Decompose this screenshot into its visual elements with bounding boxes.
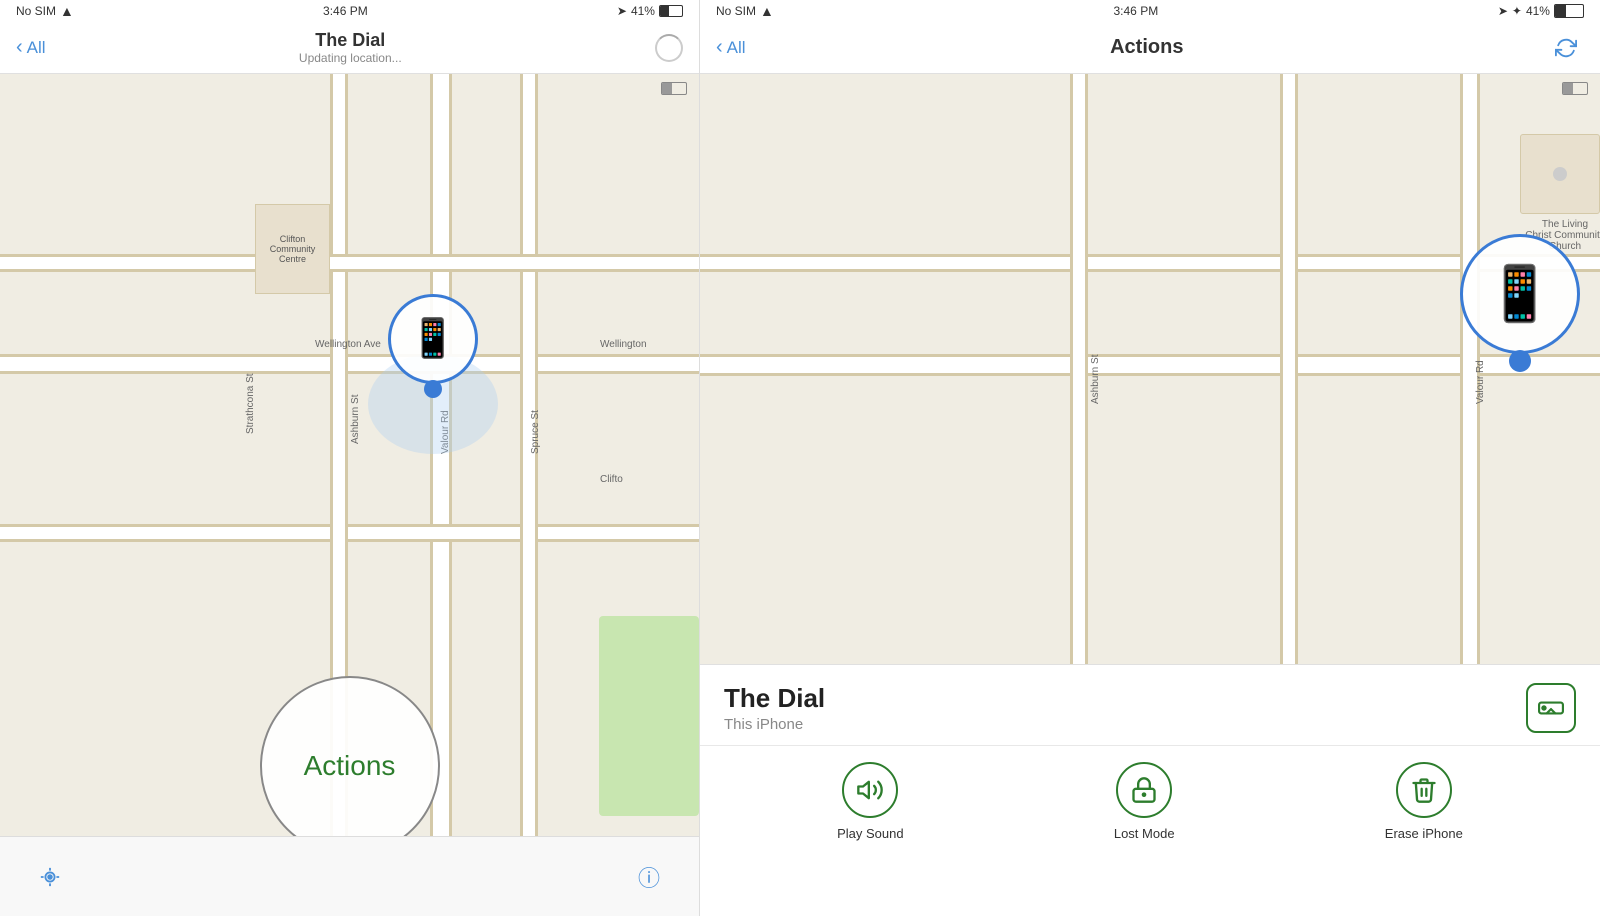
left-map-label-clifton: Clifto [600, 474, 623, 485]
right-wifi-icon: ▲ [760, 3, 774, 19]
play-sound-button[interactable]: Play Sound [837, 762, 904, 841]
left-map: CliftonCommunityCentre Wellington Ave We… [0, 74, 699, 836]
left-nav-subtitle: Updating location... [299, 51, 402, 65]
erase-iphone-icon-circle[interactable] [1396, 762, 1452, 818]
left-map-label-wellington2: Wellington [600, 339, 647, 350]
right-status-right: ➤ ✦ 41% [1498, 4, 1584, 18]
right-nav-title: Actions [1110, 36, 1183, 59]
right-info-panel: The Dial This iPhone [700, 664, 1600, 745]
right-device-icon: 📱 [1486, 263, 1553, 326]
left-info-icon[interactable]: ⓘ [638, 861, 660, 893]
left-device-pin: 📱 [388, 294, 478, 398]
left-location-button[interactable] [32, 859, 68, 895]
right-back-chevron: ‹ [716, 36, 723, 59]
right-device-circle: 📱 [1460, 234, 1580, 354]
right-status-bar: No SIM ▲ 3:46 PM ➤ ✦ 41% [700, 0, 1600, 22]
left-map-label-strathcona: Strathcona St [245, 373, 256, 434]
left-battery-icon [659, 5, 683, 17]
right-action-buttons: Play Sound Lost Mode Eras [700, 745, 1600, 861]
right-device-dot [1509, 350, 1531, 372]
left-nav-bar: ‹ All The Dial Updating location... [0, 22, 699, 74]
left-location-icon: ➤ [617, 4, 627, 18]
play-sound-label: Play Sound [837, 826, 904, 841]
left-map-battery [661, 82, 687, 95]
left-device-dot [424, 380, 442, 398]
left-back-button[interactable]: ‹ All [16, 36, 46, 59]
lost-mode-label: Lost Mode [1114, 826, 1175, 841]
right-status-left: No SIM ▲ [716, 3, 774, 19]
right-map: The LivingChrist CommunityChurch Ashburn… [700, 74, 1600, 664]
left-wifi-icon: ▲ [60, 3, 74, 19]
left-time: 3:46 PM [323, 4, 368, 18]
right-nav-bar: ‹ All Actions [700, 22, 1600, 74]
left-map-label-ashburn: Ashburn St [350, 395, 361, 444]
left-map-label-spruce: Spruce St [530, 410, 541, 454]
left-device-circle: 📱 [388, 294, 478, 384]
right-location-icon: ➤ [1498, 4, 1508, 18]
play-sound-icon-circle[interactable] [842, 762, 898, 818]
right-back-label[interactable]: All [727, 38, 746, 58]
right-device-name: The Dial [724, 683, 825, 714]
left-phone: No SIM ▲ 3:46 PM ➤ 41% ‹ All The Dial Up… [0, 0, 700, 916]
left-battery-pct: 41% [631, 4, 655, 18]
left-loading-spinner [655, 34, 683, 62]
right-info-row: The Dial This iPhone [724, 683, 1576, 733]
right-refresh-button[interactable] [1548, 37, 1584, 59]
erase-iphone-button[interactable]: Erase iPhone [1385, 762, 1463, 841]
left-map-building: CliftonCommunityCentre [255, 204, 330, 294]
right-map-label-ashburn: Ashburn St [1090, 355, 1101, 404]
left-map-label-wellington: Wellington Ave [315, 339, 381, 350]
right-map-church [1520, 134, 1600, 214]
left-nav-title-group: The Dial Updating location... [299, 30, 402, 65]
left-status-left: No SIM ▲ [16, 3, 74, 19]
left-status-right: ➤ 41% [617, 4, 683, 18]
right-device-type: This iPhone [724, 716, 825, 733]
right-battery-pct: 41% [1526, 4, 1550, 18]
left-back-chevron: ‹ [16, 36, 23, 59]
left-nav-title: The Dial [299, 30, 402, 51]
left-bottom-bar: ⓘ [0, 836, 699, 916]
right-bt-icon: ✦ [1512, 4, 1522, 18]
left-device-icon: 📱 [409, 317, 456, 361]
right-battery-icon [1554, 4, 1584, 18]
actions-label[interactable]: Actions [304, 750, 396, 782]
left-map-park [599, 616, 699, 816]
right-device-pin: 📱 [1460, 234, 1580, 372]
right-directions-button[interactable] [1526, 683, 1576, 733]
lost-mode-icon-circle[interactable] [1116, 762, 1172, 818]
right-back-button[interactable]: ‹ All [716, 36, 746, 59]
right-carrier: No SIM [716, 4, 756, 18]
erase-iphone-label: Erase iPhone [1385, 826, 1463, 841]
left-info-button[interactable]: ⓘ [631, 859, 667, 895]
left-back-label[interactable]: All [27, 38, 46, 58]
right-map-battery [1562, 82, 1588, 95]
left-carrier: No SIM [16, 4, 56, 18]
right-time: 3:46 PM [1114, 4, 1159, 18]
right-phone: No SIM ▲ 3:46 PM ➤ ✦ 41% ‹ All Actions [700, 0, 1600, 916]
lost-mode-button[interactable]: Lost Mode [1114, 762, 1175, 841]
right-device-info: The Dial This iPhone [724, 683, 825, 733]
left-status-bar: No SIM ▲ 3:46 PM ➤ 41% [0, 0, 699, 22]
